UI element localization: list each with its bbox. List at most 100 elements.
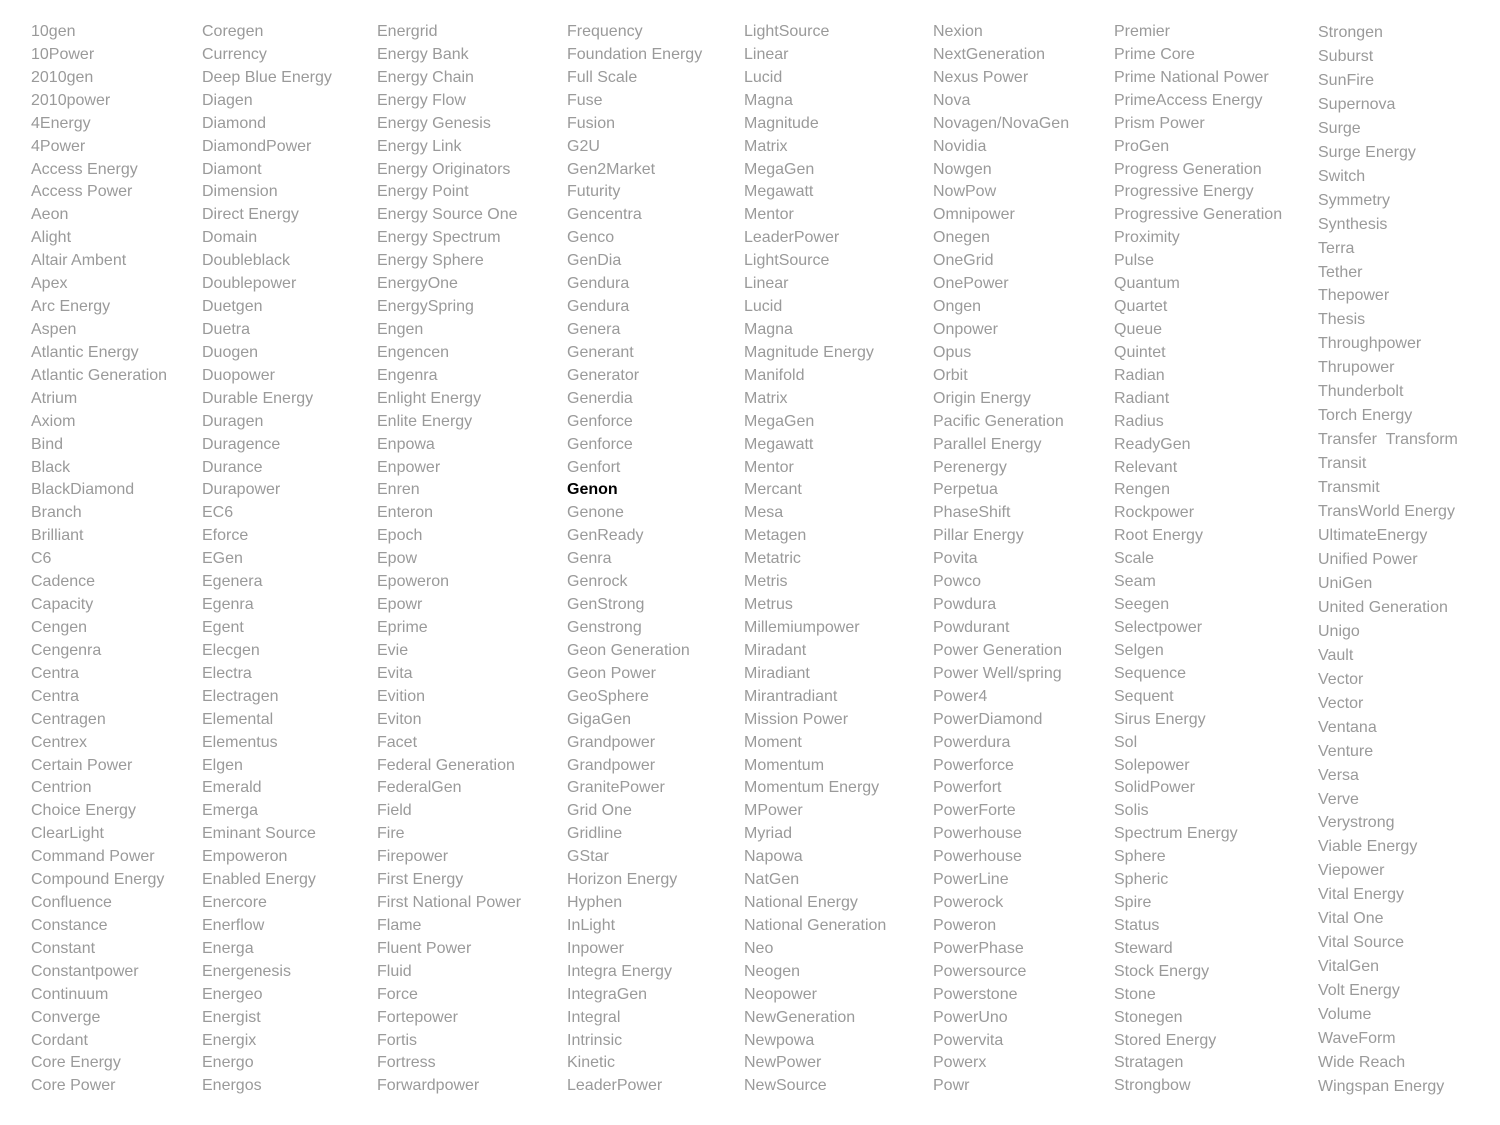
name-item: Fortepower: [377, 1008, 458, 1026]
name-item: Unigo: [1318, 622, 1360, 640]
name-item: Intrinsic: [567, 1031, 623, 1049]
name-item: Energy Source One: [377, 206, 518, 224]
name-item: Power Generation: [933, 641, 1062, 659]
name-item: Aspen: [31, 320, 77, 338]
name-item: Grandpower: [567, 756, 656, 774]
name-item: Energenesis: [202, 962, 291, 980]
name-item: Centra: [31, 664, 80, 682]
name-item: Seegen: [1114, 596, 1170, 614]
name-item: Mercant: [744, 481, 802, 499]
name-item: Energy Originators: [377, 160, 511, 178]
name-item: Gen2Market: [567, 160, 656, 178]
name-item: GenDia: [567, 252, 622, 270]
name-item: Certain Power: [31, 756, 133, 774]
name-item: Egent: [202, 618, 244, 636]
name-item: Thesis: [1318, 311, 1366, 329]
name-item: Novagen/NovaGen: [933, 114, 1070, 132]
name-item: Epowr: [377, 596, 423, 614]
name-column: Nexion NextGeneration Nexus Power Nova Novag…: [933, 21, 1069, 1098]
name-item: MPower: [744, 802, 803, 820]
name-item: Throughpower: [1318, 335, 1422, 353]
name-item: Constant: [31, 939, 96, 957]
name-item: Compound Energy: [31, 871, 165, 889]
name-item: C6: [31, 550, 52, 568]
name-item: Genrock: [567, 573, 628, 591]
name-item: EnergyOne: [377, 275, 458, 293]
name-item: Thunderbolt: [1318, 383, 1404, 401]
name-item: Engenra: [377, 366, 438, 384]
name-item: Newpowa: [744, 1031, 815, 1049]
name-item: Novidia: [933, 137, 987, 155]
name-item: Unified Power: [1318, 550, 1418, 568]
name-item: Energy Spectrum: [377, 229, 501, 247]
name-item: Choice Energy: [31, 802, 136, 820]
name-item: Epow: [377, 550, 418, 568]
name-item: DiamondPower: [202, 137, 312, 155]
name-item: Nexus Power: [933, 68, 1029, 86]
name-item: PowerDiamond: [933, 710, 1043, 728]
name-item: MegaGen: [744, 412, 815, 430]
name-item: 4Power: [31, 137, 86, 155]
name-item: Power Well/spring: [933, 664, 1062, 682]
name-item: VitalGen: [1318, 958, 1380, 976]
name-item: Engencen: [377, 343, 450, 361]
name-item: Enercore: [202, 894, 267, 912]
name-item: Power4: [933, 687, 988, 705]
name-item: Electra: [202, 664, 252, 682]
name-item: Relevant: [1114, 458, 1178, 476]
name-item: Mirantradiant: [744, 687, 838, 705]
name-item: Engen: [377, 320, 424, 338]
name-item: Lucid: [744, 68, 783, 86]
name-item: Rengen: [1114, 481, 1171, 499]
name-item: National Energy: [744, 894, 858, 912]
name-item: Energos: [202, 1077, 262, 1095]
name-item: Generdia: [567, 389, 633, 407]
name-item: Diamond: [202, 114, 267, 132]
name-item: 2010gen: [31, 68, 94, 86]
name-item: Genco: [567, 229, 615, 247]
name-item: Napowa: [744, 848, 803, 866]
name-item: Supernova: [1318, 95, 1396, 113]
name-item: Fire: [377, 825, 405, 843]
name-item: First Energy: [377, 871, 464, 889]
name-item: NextGeneration: [933, 45, 1046, 63]
name-item: Energy Flow: [377, 91, 466, 109]
name-item: Domain: [202, 229, 258, 247]
name-item: Energeo: [202, 985, 263, 1003]
name-item: Vector: [1318, 670, 1364, 688]
name-item: Duetgen: [202, 298, 263, 316]
name-item: Grid One: [567, 802, 632, 820]
name-item: Powerdura: [933, 733, 1011, 751]
name-item: Energy Sphere: [377, 252, 484, 270]
name-item: Transfer Transform: [1318, 431, 1458, 449]
name-item: Viepower: [1318, 862, 1385, 880]
name-item: Sirus Energy: [1114, 710, 1206, 728]
name-item: 2010power: [31, 91, 111, 109]
name-item: Currency: [202, 45, 267, 63]
name-item: Elemental: [202, 710, 274, 728]
name-item: Sol: [1114, 733, 1138, 751]
name-item: Vector: [1318, 694, 1364, 712]
name-item: Onegen: [933, 229, 990, 247]
name-item: Full Scale: [567, 68, 638, 86]
name-item: Grandpower: [567, 733, 656, 751]
name-item: Thepower: [1318, 287, 1390, 305]
name-item: NewPower: [744, 1054, 822, 1072]
name-item: Momentum: [744, 756, 825, 774]
name-item: Strongen: [1318, 24, 1383, 41]
name-item: Axiom: [31, 412, 76, 430]
name-item: LightSource: [744, 252, 830, 270]
name-item: Spire: [1114, 894, 1152, 912]
name-item: Powdura: [933, 596, 997, 614]
name-item: Quartet: [1114, 298, 1168, 316]
name-item: Scale: [1114, 550, 1155, 568]
name-item: Magnitude Energy: [744, 343, 874, 361]
name-item: Energy Chain: [377, 68, 474, 86]
name-item: Durance: [202, 458, 263, 476]
name-item: Selectpower: [1114, 618, 1203, 636]
name-item: Povita: [933, 550, 978, 568]
name-item: Command Power: [31, 848, 155, 866]
name-item: Genone: [567, 504, 624, 522]
name-item: Opus: [933, 343, 972, 361]
name-item: Horizon Energy: [567, 871, 678, 889]
